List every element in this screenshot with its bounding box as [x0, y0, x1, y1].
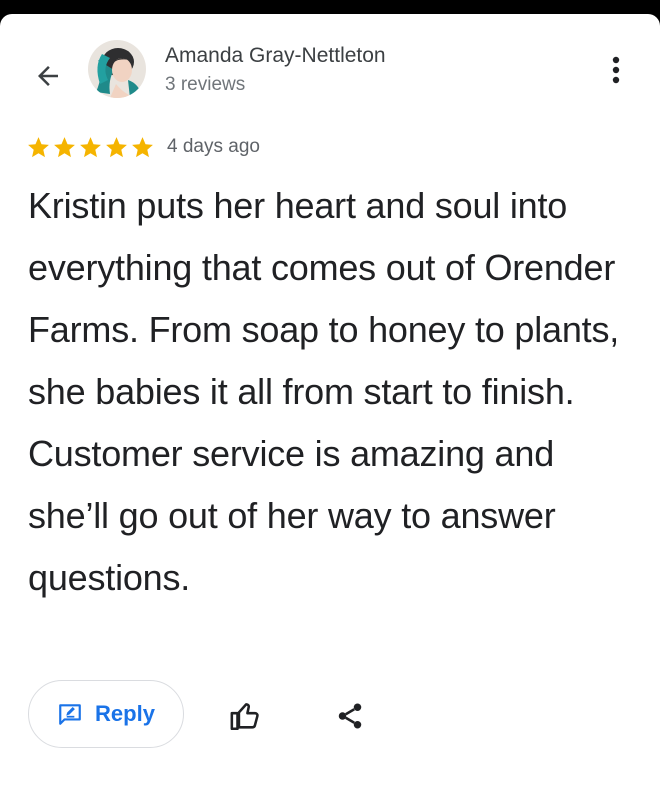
review-text: Kristin puts her heart and soul into eve… — [28, 185, 620, 598]
author-name[interactable]: Amanda Gray-Nettleton — [165, 44, 386, 68]
more-vertical-icon — [612, 56, 620, 84]
share-icon — [338, 703, 362, 729]
reply-button[interactable]: Reply — [28, 680, 184, 748]
more-options-button[interactable] — [598, 52, 634, 88]
reply-edit-icon — [59, 704, 81, 725]
avatar[interactable] — [88, 40, 146, 98]
like-button[interactable] — [226, 696, 266, 736]
back-button[interactable] — [28, 56, 68, 96]
author-review-count: 3 reviews — [165, 74, 246, 95]
star-icon — [106, 136, 127, 157]
review-date: 4 days ago — [167, 136, 260, 157]
star-rating — [26, 135, 155, 160]
star-icon — [132, 136, 153, 157]
star-icon — [80, 136, 101, 157]
review-card: Amanda Gray-Nettleton 3 reviews 4 days a… — [0, 14, 660, 805]
arrow-left-icon — [38, 66, 58, 86]
star-icon — [54, 136, 75, 157]
share-button[interactable] — [330, 696, 370, 736]
star-icon — [28, 136, 49, 157]
thumbs-up-icon — [230, 703, 259, 731]
rating-row: 4 days ago — [26, 134, 260, 160]
reply-label: Reply — [95, 701, 155, 726]
